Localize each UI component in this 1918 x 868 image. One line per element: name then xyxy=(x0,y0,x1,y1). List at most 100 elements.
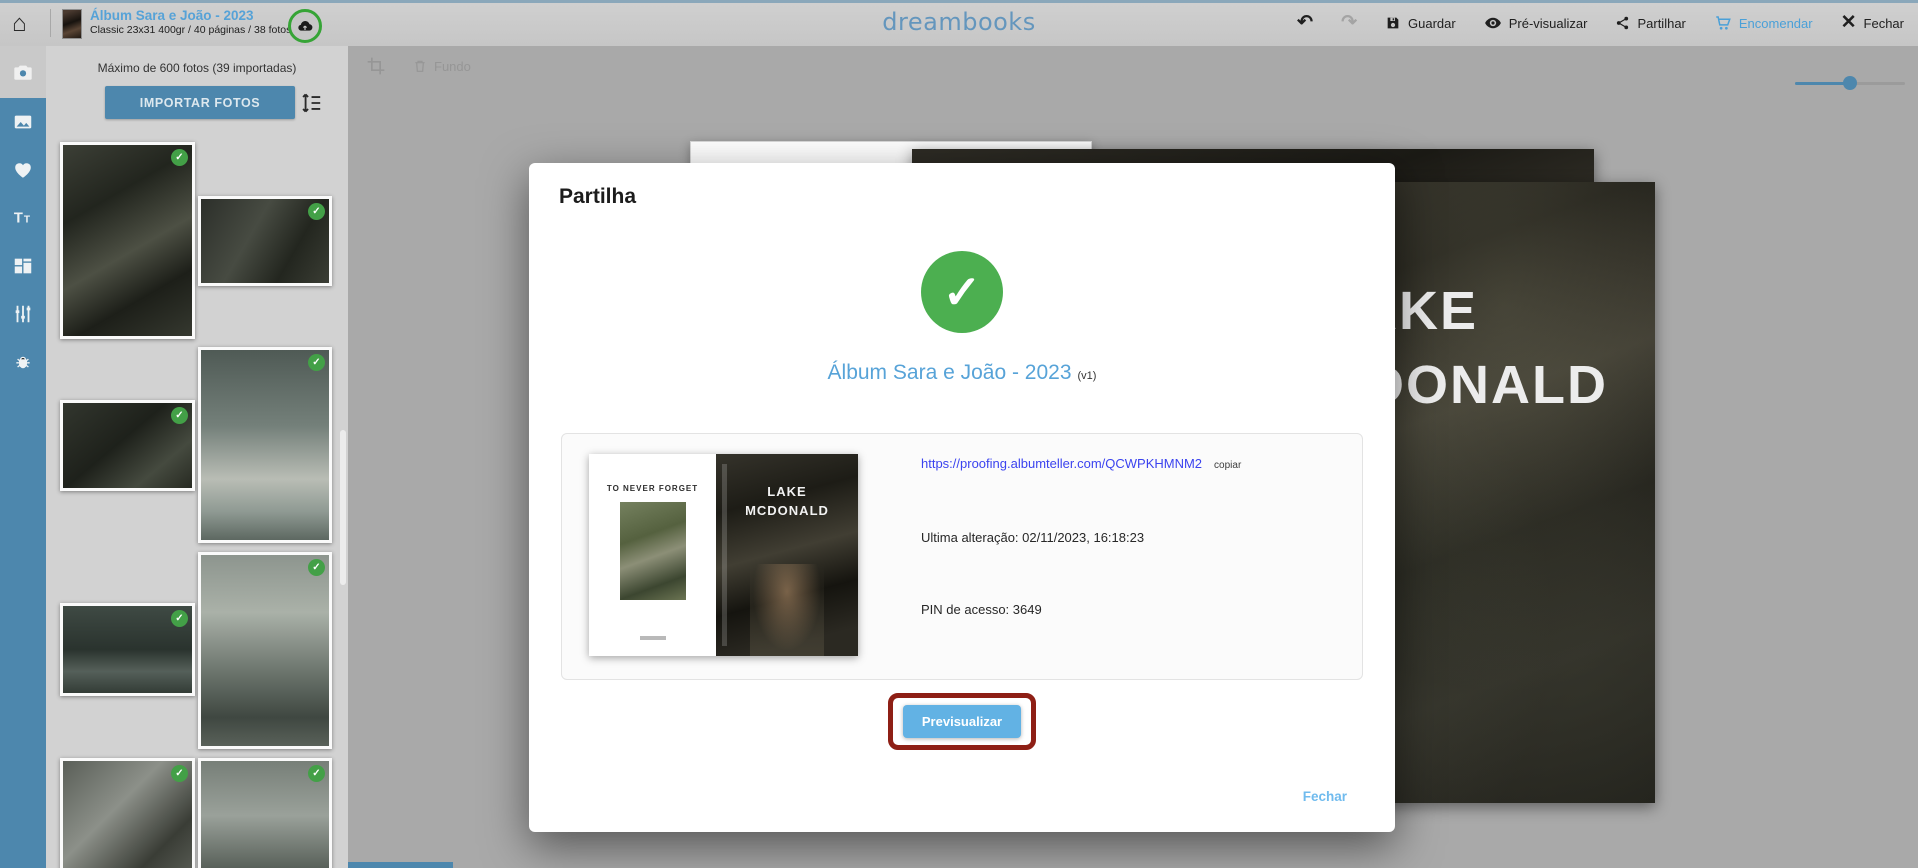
zoom-slider-fill xyxy=(1795,82,1848,85)
import-photos-button[interactable]: IMPORTAR FOTOS xyxy=(105,86,295,119)
image-icon xyxy=(12,111,34,133)
share-url-link[interactable]: https://proofing.albumteller.com/QCWPKHM… xyxy=(921,456,1202,471)
back-cover-photo xyxy=(620,502,686,600)
photo-thumbnail[interactable]: ✓ xyxy=(60,142,195,339)
photo-thumbnail[interactable]: ✓ xyxy=(198,758,332,868)
photo-thumbnail[interactable]: ✓ xyxy=(198,347,332,543)
tune-icon xyxy=(12,303,34,325)
cloud-upload-icon xyxy=(297,18,313,34)
sort-photos-button[interactable] xyxy=(298,90,324,116)
share-icon xyxy=(1615,15,1630,31)
toolbar-actions: ↶ ↷ Guardar Pré-visualizar xyxy=(1297,0,1904,46)
save-label: Guardar xyxy=(1408,16,1456,31)
preview-button[interactable]: Pré-visualizar xyxy=(1484,14,1588,32)
check-icon: ✓ xyxy=(175,152,183,163)
zoom-slider[interactable] xyxy=(1795,76,1905,90)
copy-link-button[interactable]: copiar xyxy=(1214,460,1241,471)
trash-icon xyxy=(412,57,428,75)
share-link-row: https://proofing.albumteller.com/QCWPKHM… xyxy=(921,456,1241,471)
back-cover-thumbnail: TO NEVER FORGET xyxy=(589,454,716,656)
previsualize-button[interactable]: Previsualizar xyxy=(903,705,1021,738)
front-cover-thumbnail: LAKE MCDONALD xyxy=(716,454,858,656)
rail-item-settings[interactable] xyxy=(0,290,46,338)
photo-thumbnail[interactable]: ✓ xyxy=(60,603,195,696)
home-button[interactable]: ⌂ xyxy=(12,10,27,38)
back-cover-caption: TO NEVER FORGET xyxy=(589,484,716,493)
toolbar-divider xyxy=(50,9,51,37)
close-icon: ✕ xyxy=(1841,13,1857,33)
check-icon: ✓ xyxy=(312,768,320,779)
tool-rail: T T xyxy=(0,46,46,868)
canvas-toolbar: Fundo xyxy=(366,56,471,76)
rail-item-favorites[interactable] xyxy=(0,146,46,194)
crop-icon xyxy=(366,56,386,76)
photo-thumbnail[interactable]: ✓ xyxy=(60,400,195,491)
album-cover-preview: TO NEVER FORGET LAKE MCDONALD xyxy=(589,454,858,656)
sort-icon xyxy=(298,90,324,116)
save-icon xyxy=(1385,15,1401,31)
undo-icon: ↶ xyxy=(1297,12,1313,33)
album-cover-thumbnail xyxy=(62,9,82,39)
album-subtitle: Classic 23x31 400gr / 40 páginas / 38 fo… xyxy=(90,24,291,37)
bug-icon xyxy=(13,352,33,372)
photo-used-badge: ✓ xyxy=(308,354,325,371)
photo-used-badge: ✓ xyxy=(171,149,188,166)
front-cover-title-line2: MCDONALD xyxy=(716,501,858,520)
undo-button[interactable]: ↶ xyxy=(1297,13,1313,33)
front-cover-title-line1: LAKE xyxy=(716,482,858,501)
rail-item-layouts[interactable] xyxy=(0,242,46,290)
highlight-box: Previsualizar xyxy=(888,693,1036,750)
dialog-title: Partilha xyxy=(559,185,636,209)
text-icon: T T xyxy=(12,207,34,229)
cart-icon xyxy=(1714,14,1732,32)
background-label: Fundo xyxy=(434,59,471,74)
cloud-sync-icon xyxy=(288,9,322,43)
access-pin-text: PIN de acesso: 3649 xyxy=(921,602,1042,617)
check-icon: ✓ xyxy=(175,613,183,624)
redo-icon: ↷ xyxy=(1341,12,1357,33)
canvas-horizontal-scrollbar[interactable] xyxy=(348,862,453,868)
check-icon: ✓ xyxy=(175,768,183,779)
svg-text:T: T xyxy=(14,211,23,227)
redo-button[interactable]: ↷ xyxy=(1341,13,1357,33)
check-icon: ✓ xyxy=(312,357,320,368)
order-button[interactable]: Encomendar xyxy=(1714,14,1813,32)
share-button[interactable]: Partilhar xyxy=(1615,15,1685,31)
layout-icon xyxy=(12,255,34,277)
crop-button[interactable] xyxy=(366,56,386,76)
album-version: (v1) xyxy=(1078,370,1097,382)
dialog-close-link[interactable]: Fechar xyxy=(1303,789,1347,804)
photo-thumbnail[interactable]: ✓ xyxy=(60,758,195,868)
app-window: ⌂ Álbum Sara e João - 2023 Classic 23x31… xyxy=(0,0,1918,868)
zoom-slider-thumb[interactable] xyxy=(1843,76,1857,90)
photo-thumbnail[interactable]: ✓ xyxy=(198,552,332,749)
heart-icon xyxy=(12,159,34,181)
svg-text:T: T xyxy=(24,215,31,226)
photo-used-badge: ✓ xyxy=(308,765,325,782)
photo-thumbnail[interactable]: ✓ xyxy=(198,196,332,286)
rail-item-backgrounds[interactable] xyxy=(0,98,46,146)
rail-item-photos[interactable] xyxy=(0,46,46,98)
home-icon: ⌂ xyxy=(12,10,27,37)
success-check-badge: ✓ xyxy=(921,251,1003,333)
album-meta: Álbum Sara e João - 2023 Classic 23x31 4… xyxy=(90,7,291,37)
photos-panel: Máximo de 600 fotos (39 importadas) IMPO… xyxy=(46,46,348,868)
share-label: Partilhar xyxy=(1637,16,1685,31)
share-info-card: TO NEVER FORGET LAKE MCDONALD https://pr… xyxy=(561,433,1363,680)
check-icon: ✓ xyxy=(943,265,982,319)
close-editor-button[interactable]: ✕ Fechar xyxy=(1841,13,1904,33)
camera-icon xyxy=(12,61,34,83)
front-cover-photo-detail xyxy=(750,564,824,656)
close-label: Fechar xyxy=(1864,16,1904,31)
save-button[interactable]: Guardar xyxy=(1385,15,1456,31)
shared-album-name: Álbum Sara e João - 2023 xyxy=(828,361,1072,384)
panel-scrollbar-thumb[interactable] xyxy=(340,430,346,585)
photo-limit-text: Máximo de 600 fotos (39 importadas) xyxy=(46,61,348,75)
dreambooks-logo: dreambooks xyxy=(882,8,1035,36)
check-icon: ✓ xyxy=(175,410,183,421)
remove-background-button[interactable]: Fundo xyxy=(412,57,471,75)
rail-item-debug[interactable] xyxy=(0,338,46,386)
rail-item-text[interactable]: T T xyxy=(0,194,46,242)
last-modified-text: Ultima alteração: 02/11/2023, 16:18:23 xyxy=(921,530,1144,545)
photo-used-badge: ✓ xyxy=(171,610,188,627)
